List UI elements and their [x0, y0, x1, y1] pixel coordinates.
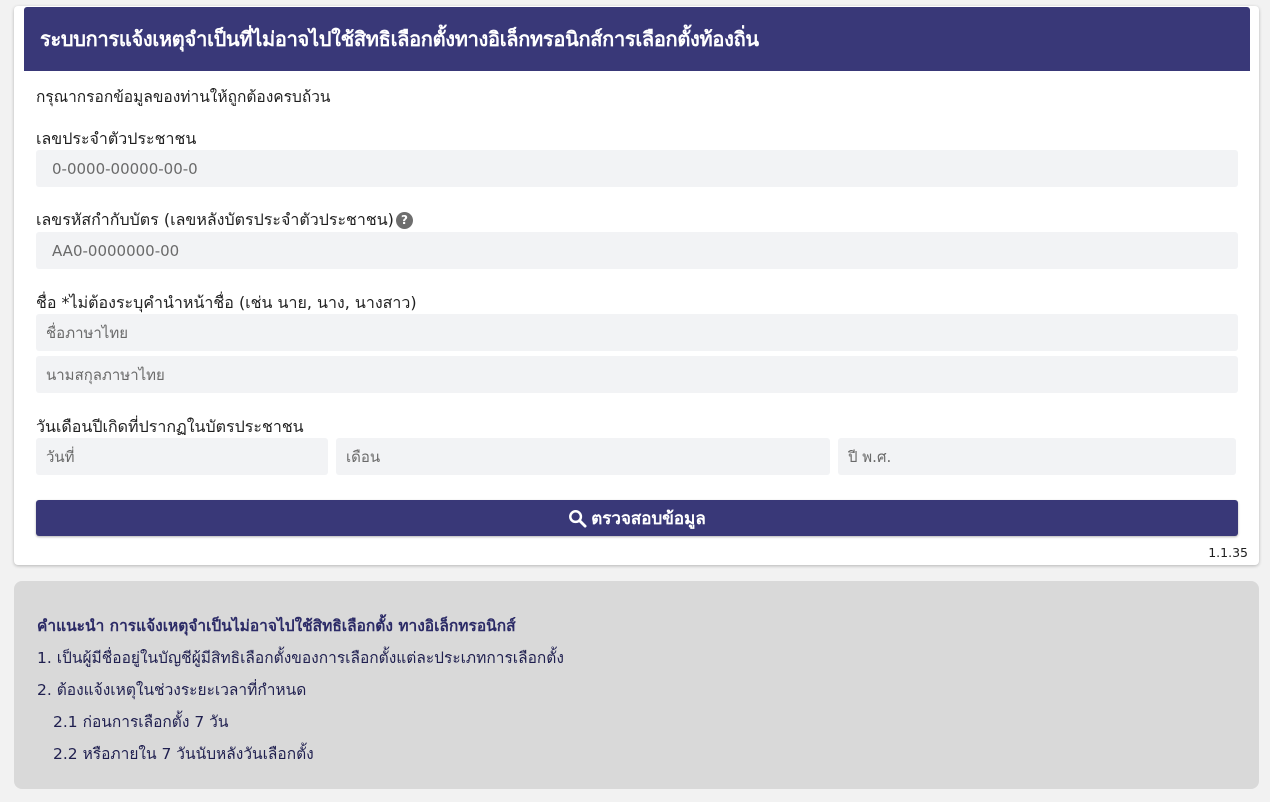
instruction-subitem: 2.1 ก่อนการเลือกตั้ง 7 วัน [53, 713, 229, 731]
dob-month-select[interactable] [336, 438, 830, 475]
laser-code-label-text: เลขรหัสกำกับบัตร (เลขหลังบัตรประจำตัวประ… [36, 210, 394, 229]
firstname-input[interactable] [36, 314, 1238, 351]
instruction-item: 2. ต้องแจ้งเหตุในช่วงระยะเวลาที่กำหนด [37, 681, 307, 699]
lastname-input[interactable] [36, 356, 1238, 393]
id-number-input[interactable] [36, 150, 1238, 187]
form-instruction: กรุณากรอกข้อมูลของท่านให้ถูกต้องครบถ้วน [36, 88, 331, 106]
form-card: ระบบการแจ้งเหตุจำเป็นที่ไม่อาจไปใช้สิทธิ… [14, 6, 1259, 565]
instructions-panel: คำแนะนำ การแจ้งเหตุจำเป็นไม่อาจไปใช้สิทธ… [14, 581, 1259, 789]
instructions-title: คำแนะนำ การแจ้งเหตุจำเป็นไม่อาจไปใช้สิทธ… [37, 617, 516, 635]
laser-code-label: เลขรหัสกำกับบัตร (เลขหลังบัตรประจำตัวประ… [36, 208, 413, 233]
instruction-item: 1. เป็นผู้มีชื่ออยู่ในบัญชีผู้มีสิทธิเลื… [37, 649, 564, 667]
laser-code-input[interactable] [36, 232, 1238, 269]
dob-day-select[interactable] [36, 438, 328, 475]
version-label: 1.1.35 [1208, 545, 1248, 560]
id-number-label: เลขประจำตัวประชาชน [36, 129, 197, 148]
dob-year-select[interactable] [838, 438, 1236, 475]
page-title: ระบบการแจ้งเหตุจำเป็นที่ไม่อาจไปใช้สิทธิ… [24, 7, 1250, 71]
check-data-button-label: ตรวจสอบข้อมูล [591, 508, 706, 529]
question-circle-icon[interactable]: ? [395, 211, 413, 229]
name-label: ชื่อ *ไม่ต้องระบุคำนำหน้าชื่อ (เช่น นาย,… [36, 293, 417, 312]
search-icon [569, 509, 587, 528]
instruction-subitem: 2.2 หรือภายใน 7 วันนับหลังวันเลือกตั้ง [53, 745, 314, 763]
dob-label: วันเดือนปีเกิดที่ปรากฏในบัตรประชาชน [36, 417, 304, 436]
check-data-button[interactable]: ตรวจสอบข้อมูล [36, 500, 1238, 536]
